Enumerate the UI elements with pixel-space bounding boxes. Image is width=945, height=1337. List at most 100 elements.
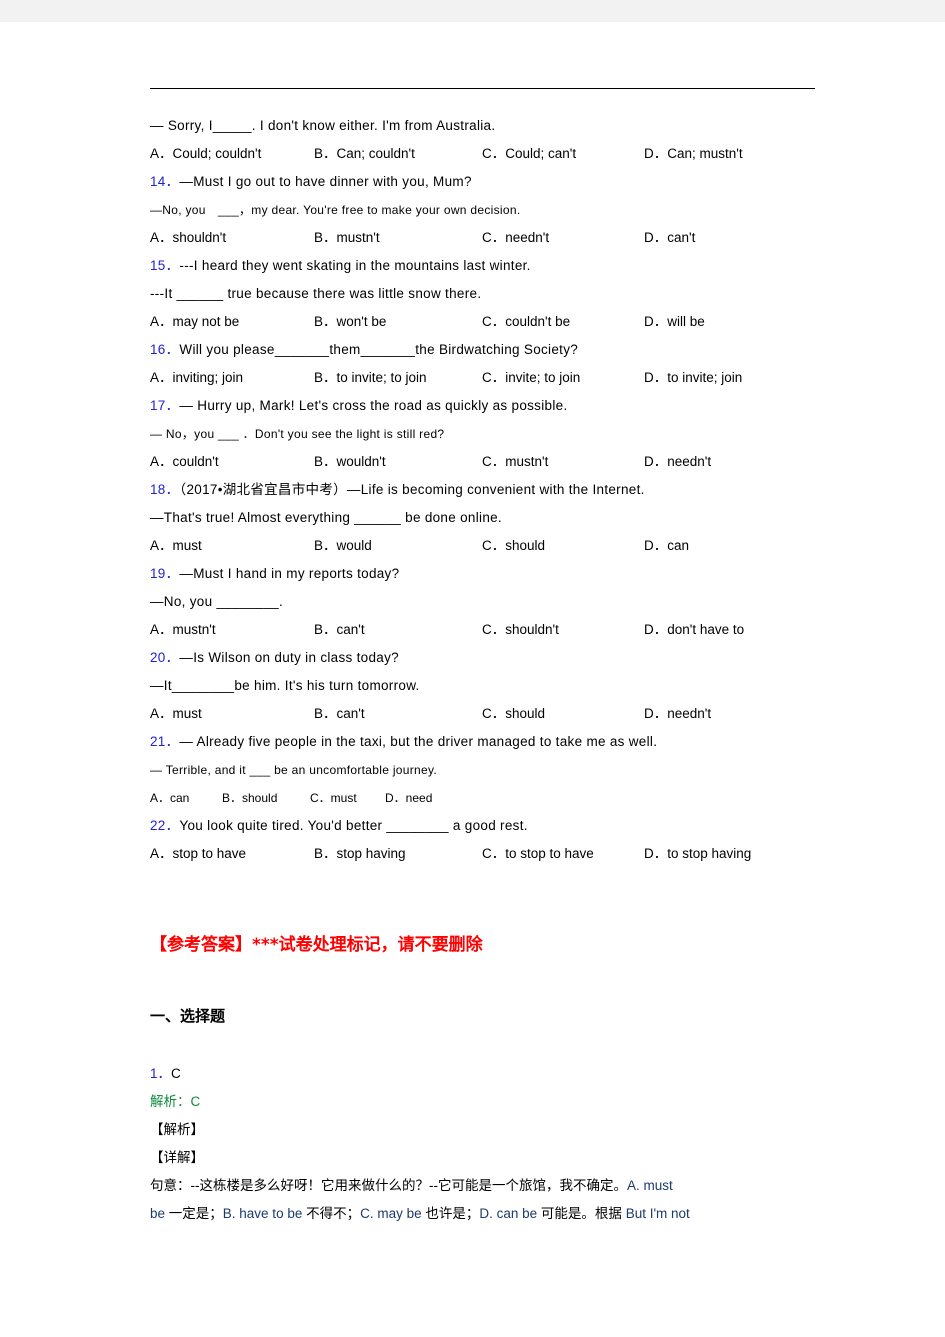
option-row-18: A．must B．would C．should D．can xyxy=(150,532,850,560)
question-text-17: — Hurry up, Mark! Let's cross the road a… xyxy=(179,398,568,413)
explanation-en: D. can be xyxy=(479,1206,541,1221)
header-divider xyxy=(150,88,815,89)
explanation-en: B. have to be xyxy=(222,1206,307,1221)
question-stem-17: 17．— Hurry up, Mark! Let's cross the roa… xyxy=(150,392,850,420)
option-a[interactable]: A．stop to have xyxy=(150,840,246,868)
option-c[interactable]: C．needn't xyxy=(482,224,549,252)
option-b[interactable]: B．Can; couldn't xyxy=(314,140,415,168)
question-stem-14: 14．—Must I go out to have dinner with yo… xyxy=(150,168,850,196)
option-a[interactable]: A．must xyxy=(150,700,202,728)
option-a[interactable]: A．can xyxy=(150,784,189,812)
option-a[interactable]: A．may not be xyxy=(150,308,239,336)
option-b[interactable]: B．should xyxy=(222,784,277,812)
option-row-19: A．mustn't B．can't C．shouldn't D．don't ha… xyxy=(150,616,850,644)
option-b[interactable]: B．can't xyxy=(314,700,365,728)
question-stem: — Sorry, I_____. I don't know either. I'… xyxy=(150,118,496,133)
option-c[interactable]: C．should xyxy=(482,700,545,728)
option-a[interactable]: A．inviting; join xyxy=(150,364,243,392)
question-number-18: 18． xyxy=(150,482,180,497)
answer-entry-1: 1．C xyxy=(150,1060,840,1088)
option-c[interactable]: C．invite; to join xyxy=(482,364,580,392)
option-b[interactable]: B．stop having xyxy=(314,840,406,868)
answer-entries: 1．C 解析：C 【解析】 【详解】 句意：--这栋楼是多么好呀！它用来做什么的… xyxy=(150,1060,840,1228)
explanation-line-1: 句意：--这栋楼是多么好呀！它用来做什么的？--它可能是一个旅馆，我不确定。A.… xyxy=(150,1172,840,1200)
option-c[interactable]: C．to stop to have xyxy=(482,840,594,868)
option-b[interactable]: B．would xyxy=(314,532,372,560)
option-a[interactable]: A．must xyxy=(150,532,202,560)
option-b[interactable]: B．wouldn't xyxy=(314,448,386,476)
answer-key-header: 【参考答案】***试卷处理标记，请不要删除 xyxy=(150,935,483,955)
explanation-en: A. must xyxy=(626,1178,673,1193)
explanation-zh: 也许是； xyxy=(425,1206,480,1221)
question-number-16: 16． xyxy=(150,342,180,357)
option-a[interactable]: A．couldn't xyxy=(150,448,219,476)
option-b[interactable]: B．won't be xyxy=(314,308,386,336)
question-stem-20-b: —It________be him. It's his turn tomorro… xyxy=(150,678,420,693)
option-d[interactable]: D．to invite; join xyxy=(644,364,742,392)
option-c[interactable]: C．Could; can't xyxy=(482,140,576,168)
question-stem-18: 18．（2017•湖北省宜昌市中考）—Life is becoming conv… xyxy=(150,476,850,504)
question-text-18: （2017•湖北省宜昌市中考）—Life is becoming conveni… xyxy=(179,482,645,497)
option-c[interactable]: C．shouldn't xyxy=(482,616,559,644)
option-row-16: A．inviting; join B．to invite; to join C．… xyxy=(150,364,850,392)
question-stem-19: 19．—Must I hand in my reports today? xyxy=(150,560,850,588)
option-row-20: A．must B．can't C．should D．needn't xyxy=(150,700,850,728)
question-number-17: 17． xyxy=(150,398,180,413)
explanation-line-2: be 一定是；B. have to be 不得不；C. may be 也许是；D… xyxy=(150,1200,840,1228)
option-b[interactable]: B．mustn't xyxy=(314,224,380,252)
question-number-15: 15． xyxy=(150,258,180,273)
option-c[interactable]: C．couldn't be xyxy=(482,308,570,336)
question-number-20: 20． xyxy=(150,650,180,665)
answer-entry-value: C xyxy=(171,1066,181,1081)
explanation-en: But I'm not xyxy=(625,1206,690,1221)
analysis-label: 解析：C xyxy=(150,1094,201,1109)
question-text-21: — Already five people in the taxi, but t… xyxy=(179,734,658,749)
option-a[interactable]: A．Could; couldn't xyxy=(150,140,261,168)
option-b[interactable]: B．can't xyxy=(314,616,365,644)
question-number-21: 21． xyxy=(150,734,180,749)
question-number-14: 14． xyxy=(150,174,180,189)
option-a[interactable]: A．shouldn't xyxy=(150,224,226,252)
question-text-16: Will you please_______them_______the Bir… xyxy=(179,342,579,357)
question-text-19: —Must I hand in my reports today? xyxy=(179,566,400,581)
question-stem-17-b: — No，you ___ ．Don't you see the light is… xyxy=(150,427,445,441)
question-text-14: —Must I go out to have dinner with you, … xyxy=(179,174,472,189)
answer-section-title: 一、选择题 xyxy=(150,1007,226,1025)
option-d[interactable]: D．can't xyxy=(644,224,695,252)
option-row: A．Could; couldn't B．Can; couldn't C．Coul… xyxy=(150,140,850,168)
explanation-en: be xyxy=(150,1206,169,1221)
option-d[interactable]: D．to stop having xyxy=(644,840,751,868)
option-d[interactable]: D．can xyxy=(644,532,689,560)
explanation-zh: 句意：--这栋楼是多么好呀！它用来做什么的？--它可能是一个旅馆，我不确定。 xyxy=(150,1178,627,1193)
question-stem-22: 22．You look quite tired. You'd better __… xyxy=(150,812,850,840)
explanation-en: C. may be xyxy=(360,1206,426,1221)
question-stem-21: 21．— Already five people in the taxi, bu… xyxy=(150,728,850,756)
option-d[interactable]: D．don't have to xyxy=(644,616,744,644)
questions-container: — Sorry, I_____. I don't know either. I'… xyxy=(150,112,850,868)
option-row-22: A．stop to have B．stop having C．to stop t… xyxy=(150,840,850,868)
option-b[interactable]: B．to invite; to join xyxy=(314,364,427,392)
option-d[interactable]: D．will be xyxy=(644,308,705,336)
option-a[interactable]: A．mustn't xyxy=(150,616,216,644)
option-row-14: A．shouldn't B．mustn't C．needn't D．can't xyxy=(150,224,850,252)
question-number-19: 19． xyxy=(150,566,180,581)
question-stem-16: 16．Will you please_______them_______the … xyxy=(150,336,850,364)
option-c[interactable]: C．should xyxy=(482,532,545,560)
option-d[interactable]: D．needn't xyxy=(644,700,711,728)
explanation-zh: 不得不； xyxy=(306,1206,361,1221)
option-row-17: A．couldn't B．wouldn't C．mustn't D．needn'… xyxy=(150,448,850,476)
option-d[interactable]: D．needn't xyxy=(644,448,711,476)
option-d[interactable]: D．Can; mustn't xyxy=(644,140,743,168)
option-d[interactable]: D．need xyxy=(385,784,432,812)
document-page: — Sorry, I_____. I don't know either. I'… xyxy=(0,22,945,1337)
option-c[interactable]: C．must xyxy=(310,784,357,812)
question-stem-14-b: —No, you ___，my dear. You're free to mak… xyxy=(150,203,521,217)
option-row-21: A．can B．should C．must D．need xyxy=(150,784,850,812)
question-text-15: ---I heard they went skating in the moun… xyxy=(179,258,531,273)
explanation-zh: 一定是； xyxy=(168,1206,223,1221)
detail-tag: 【详解】 xyxy=(150,1150,204,1165)
question-stem-18-b: —That's true! Almost everything ______ b… xyxy=(150,510,502,525)
question-stem-19-b: —No, you ________. xyxy=(150,594,283,609)
option-c[interactable]: C．mustn't xyxy=(482,448,548,476)
question-stem-20: 20．—Is Wilson on duty in class today? xyxy=(150,644,850,672)
